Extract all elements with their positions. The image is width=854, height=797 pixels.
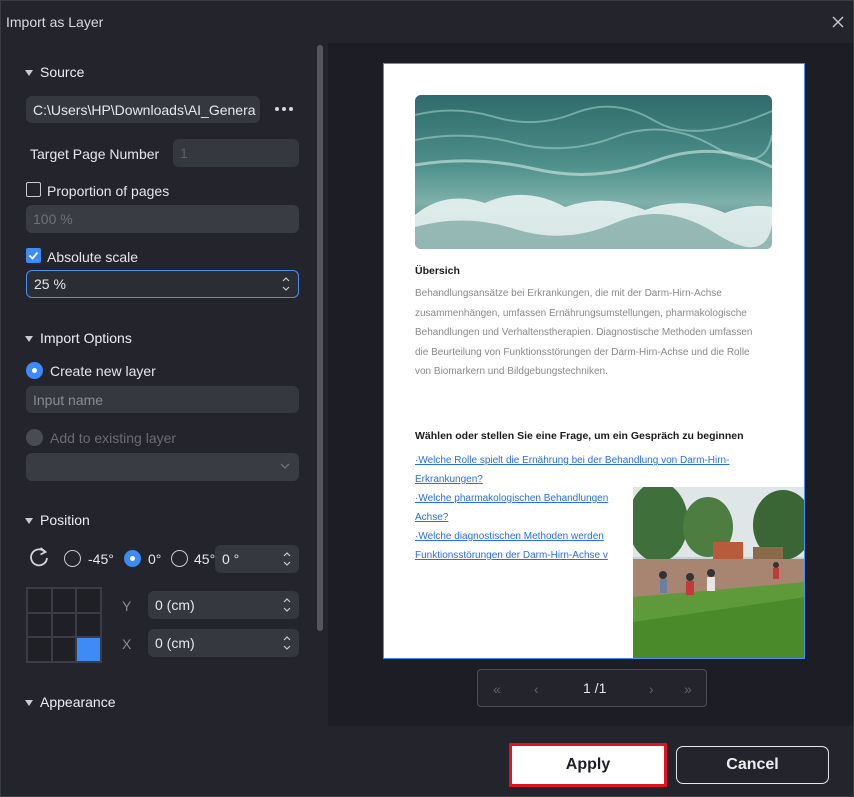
anchor-bottom-right[interactable] (77, 638, 100, 661)
target-page-input[interactable]: 1 (173, 139, 299, 167)
import-as-layer-dialog: Import as Layer Source C:\Users\HP\Downl… (0, 0, 854, 797)
more-horizontal-icon[interactable] (274, 106, 294, 112)
page-indicator: 1 /1 (583, 680, 607, 696)
preview-link-2: ·Welche pharmakologischen Behandlungen (415, 493, 609, 504)
create-new-layer-label: Create new layer (50, 363, 156, 379)
anchor-grid (26, 587, 102, 663)
angle-0-radio[interactable] (124, 550, 141, 567)
existing-layer-select[interactable] (26, 453, 299, 481)
preview-question-heading: Wählen oder stellen Sie eine Frage, um e… (415, 430, 744, 442)
preview-heading: Übersich (415, 265, 460, 277)
preview-link-3b: Funktionsstörungen der Darm-Hirn-Achse v (415, 550, 608, 561)
absolute-scale-checkbox[interactable] (26, 248, 41, 263)
collapse-triangle-icon (25, 699, 33, 706)
import-options-header[interactable]: Import Options (25, 330, 132, 346)
preview-paragraph: Behandlungsansätze bei Erkrankungen, die… (415, 288, 753, 377)
preview-link-1: ·Welche Rolle spielt die Ernährung bei d… (415, 455, 730, 485)
angle-minus45-radio[interactable] (64, 550, 81, 567)
children-playground-image (633, 487, 804, 658)
collapse-triangle-icon (25, 517, 33, 524)
collapse-triangle-icon (25, 69, 33, 76)
spinner-arrows-icon[interactable] (281, 274, 291, 294)
anchor-top-center[interactable] (52, 589, 76, 612)
scrollbar[interactable] (317, 45, 323, 631)
checkmark-icon (28, 251, 39, 260)
y-input[interactable]: 0 (cm) (148, 591, 299, 619)
anchor-middle-right[interactable] (77, 613, 100, 637)
spinner-arrows-icon[interactable] (282, 549, 292, 569)
anchor-middle-left[interactable] (28, 613, 51, 637)
position-header[interactable]: Position (25, 512, 90, 528)
cancel-button[interactable]: Cancel (676, 746, 829, 784)
angle-45-label: 45° (194, 551, 216, 567)
title-bar: Import as Layer (1, 1, 853, 43)
dialog-title: Import as Layer (6, 14, 104, 30)
preview-link-2b: Achse? (415, 512, 449, 523)
first-page-button[interactable]: « (493, 681, 501, 697)
previous-page-button[interactable]: ‹ (534, 681, 539, 697)
proportion-checkbox[interactable] (26, 182, 41, 197)
anchor-bottom-left[interactable] (28, 638, 51, 661)
layer-name-input[interactable]: Input name (26, 386, 299, 413)
spinner-arrows-icon[interactable] (282, 595, 292, 615)
page-navigator: « ‹ 1 /1 › » (477, 669, 707, 707)
anchor-top-right[interactable] (77, 589, 100, 612)
source-path-field[interactable]: C:\Users\HP\Downloads\AI_Genera (26, 96, 260, 123)
close-icon[interactable] (830, 14, 846, 30)
preview-page: Übersich Behandlungsansätze bei Erkranku… (383, 63, 805, 659)
x-label: X (122, 636, 132, 652)
source-header[interactable]: Source (25, 64, 84, 80)
apply-button[interactable]: Apply (509, 743, 667, 787)
anchor-bottom-center[interactable] (52, 638, 76, 661)
angle-minus45-label: -45° (88, 551, 114, 567)
appearance-header[interactable]: Appearance (25, 694, 116, 710)
proportion-label: Proportion of pages (47, 183, 170, 199)
y-label: Y (122, 598, 132, 614)
angle-input[interactable]: 0 ° (215, 545, 299, 573)
preview-link-3: ·Welche diagnostischen Methoden werden (415, 531, 604, 542)
ocean-waves-image (415, 95, 772, 249)
next-page-button[interactable]: › (649, 681, 654, 697)
last-page-button[interactable]: » (684, 681, 692, 697)
create-new-layer-radio[interactable] (26, 362, 43, 379)
angle-0-label: 0° (148, 551, 162, 567)
x-input[interactable]: 0 (cm) (148, 629, 299, 657)
anchor-top-left[interactable] (28, 589, 51, 612)
absolute-scale-input[interactable]: 25 % (26, 270, 299, 298)
proportion-input[interactable]: 100 % (26, 205, 299, 233)
add-existing-layer-label: Add to existing layer (50, 430, 177, 446)
absolute-scale-label: Absolute scale (47, 249, 139, 265)
add-existing-layer-radio[interactable] (26, 429, 43, 446)
spinner-arrows-icon[interactable] (282, 633, 292, 653)
anchor-middle-center[interactable] (52, 613, 76, 637)
collapse-triangle-icon (25, 335, 33, 342)
target-page-label: Target Page Number (30, 146, 160, 162)
angle-45-radio[interactable] (171, 550, 188, 567)
rotate-icon[interactable] (28, 546, 50, 568)
chevron-down-icon (280, 463, 290, 469)
